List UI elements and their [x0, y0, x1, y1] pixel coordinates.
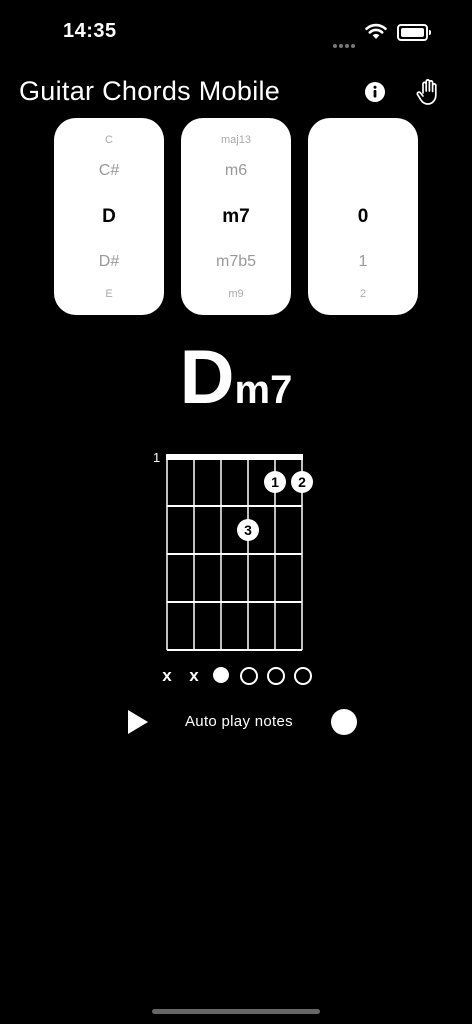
picker-selected-option[interactable]: 0 [308, 206, 418, 228]
picker-option[interactable]: D# [54, 253, 164, 271]
played-string-marker [213, 667, 229, 683]
picker-option[interactable]: maj13 [181, 134, 291, 146]
finger-number: 3 [244, 522, 252, 538]
finger-number: 1 [271, 474, 279, 490]
status-bar: 14:35 [0, 0, 472, 60]
wifi-icon [365, 23, 387, 39]
battery-icon [397, 24, 431, 41]
app-title: Guitar Chords Mobile [19, 76, 281, 106]
voicing-picker[interactable]: 0 1 2 [308, 118, 418, 315]
chord-root: D [179, 335, 235, 420]
picker-selected-option[interactable]: m7 [181, 206, 291, 228]
picker-selected-option[interactable]: D [54, 206, 164, 228]
picker-option[interactable]: C [54, 134, 164, 146]
open-string-marker [294, 667, 312, 685]
cellular-signal-icon [333, 35, 357, 53]
picker-option[interactable]: C# [54, 162, 164, 180]
chord-diagram: 1 2 3 [166, 454, 313, 651]
nut [166, 454, 303, 460]
picker-option[interactable]: m6 [181, 162, 291, 180]
picker-option[interactable]: m7b5 [181, 253, 291, 271]
chord-quality-picker[interactable]: maj13 m6 m7 m7b5 m9 [181, 118, 291, 315]
picker-option[interactable]: E [54, 288, 164, 300]
muted-string-marker: x [189, 666, 199, 685]
picker-option[interactable]: m9 [181, 288, 291, 300]
auto-play-label: Auto play notes [185, 713, 293, 730]
picker-option[interactable]: 2 [308, 288, 418, 300]
info-icon[interactable] [364, 81, 386, 103]
muted-string-marker: x [162, 666, 172, 685]
picker-option[interactable]: 1 [308, 253, 418, 271]
auto-play-toggle[interactable] [331, 709, 357, 735]
open-string-marker [267, 667, 285, 685]
root-note-picker[interactable]: C C# D D# E [54, 118, 164, 315]
chord-quality: m7 [234, 368, 293, 412]
status-time: 14:35 [63, 20, 117, 42]
home-indicator[interactable] [152, 1009, 320, 1014]
string-status-row: xx [157, 666, 317, 688]
chord-name: Dm7 [0, 334, 472, 421]
hand-icon[interactable] [415, 78, 441, 106]
finger-number: 2 [298, 474, 306, 490]
play-icon[interactable] [126, 709, 150, 735]
open-string-marker [240, 667, 258, 685]
